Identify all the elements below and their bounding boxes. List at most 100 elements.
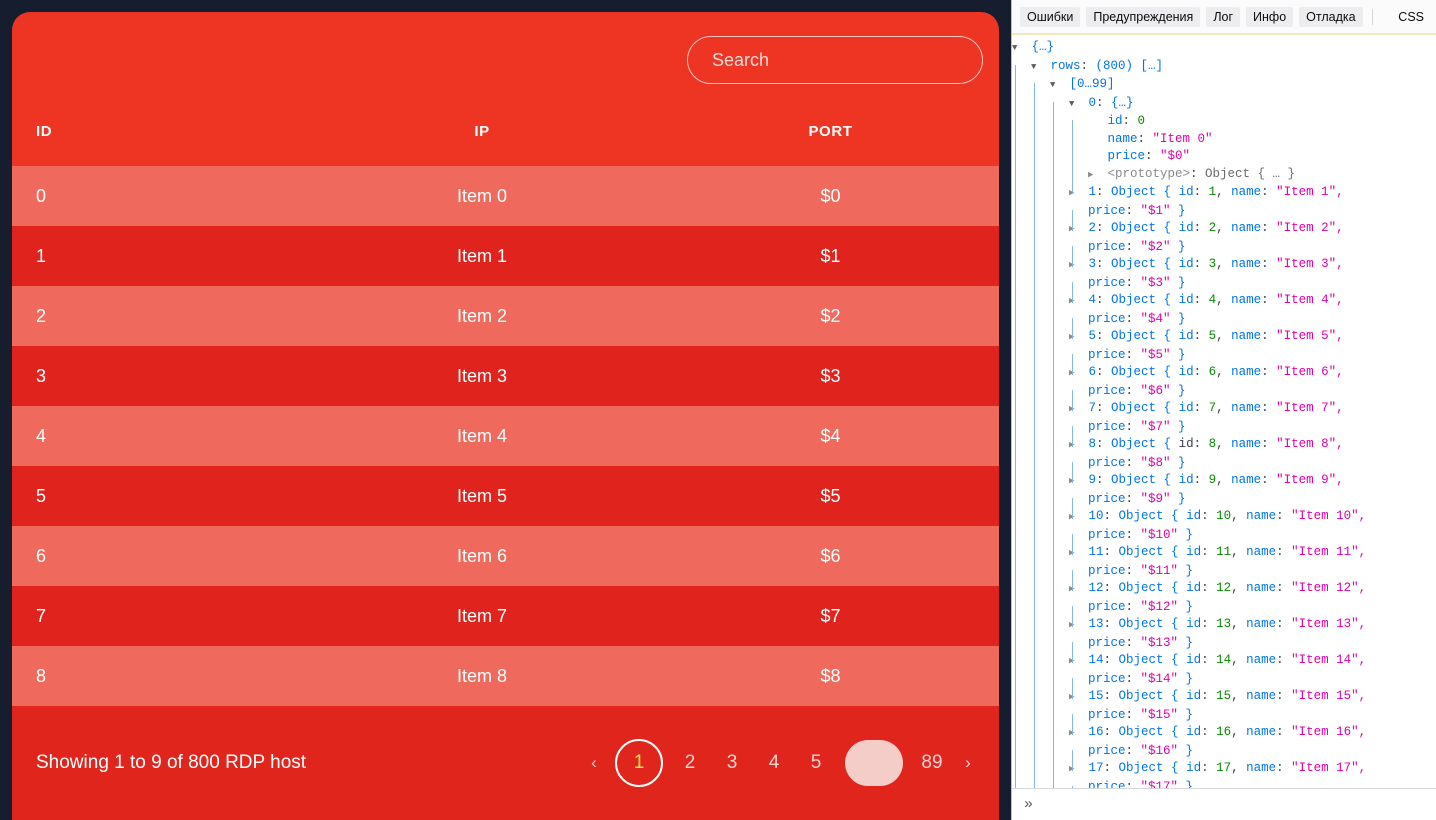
triangle-right-icon[interactable] bbox=[1069, 724, 1081, 743]
triangle-right-icon[interactable] bbox=[1069, 472, 1081, 491]
table-row[interactable]: 3 Item 3 $3 bbox=[12, 346, 999, 406]
console-line[interactable]: id: 0 bbox=[1012, 113, 1436, 141]
triangle-right-icon[interactable] bbox=[1069, 328, 1081, 347]
triangle-down-icon[interactable] bbox=[1050, 76, 1062, 95]
console-token: : bbox=[1261, 257, 1277, 271]
console-token: : bbox=[1201, 581, 1217, 595]
console-line[interactable]: price: "$9" } bbox=[1012, 491, 1436, 519]
console-line[interactable]: <prototype>: Object { … } bbox=[1012, 166, 1436, 194]
console-line[interactable]: 5: Object { id: 5, name: "Item 5", bbox=[1012, 328, 1436, 356]
console-line[interactable]: 12: Object { id: 12, name: "Item 12", bbox=[1012, 580, 1436, 608]
triangle-right-icon[interactable] bbox=[1069, 400, 1081, 419]
console-line[interactable]: 8: Object { id: 8, name: "Item 8", bbox=[1012, 436, 1436, 464]
triangle-right-icon[interactable] bbox=[1069, 436, 1081, 455]
console-token: : bbox=[1125, 239, 1141, 254]
filter-button[interactable]: Отладка bbox=[1299, 6, 1363, 27]
column-header-id[interactable]: ID bbox=[12, 108, 302, 166]
table-row[interactable]: 6 Item 6 $6 bbox=[12, 526, 999, 586]
console-line[interactable]: 14: Object { id: 14, name: "Item 14", bbox=[1012, 652, 1436, 680]
console-line[interactable]: 13: Object { id: 13, name: "Item 13", bbox=[1012, 616, 1436, 644]
pagination-next[interactable]: › bbox=[957, 746, 979, 780]
triangle-down-icon[interactable] bbox=[1031, 58, 1043, 77]
pagination-page-2[interactable]: 2 bbox=[673, 746, 707, 780]
pagination-page-4[interactable]: 4 bbox=[757, 746, 791, 780]
console-line[interactable]: 11: Object { id: 11, name: "Item 11", bbox=[1012, 544, 1436, 572]
console-token: : bbox=[1096, 473, 1112, 487]
console-line[interactable]: price: "$7" } bbox=[1012, 419, 1436, 447]
triangle-right-icon[interactable] bbox=[1069, 580, 1081, 599]
console-line[interactable]: price: "$8" } bbox=[1012, 455, 1436, 483]
column-header-ip[interactable]: IP bbox=[302, 108, 662, 166]
table-row[interactable]: 2 Item 2 $2 bbox=[12, 286, 999, 346]
pagination-page-3[interactable]: 3 bbox=[715, 746, 749, 780]
pagination-prev[interactable]: ‹ bbox=[583, 746, 605, 780]
console-line[interactable]: 10: Object { id: 10, name: "Item 10", bbox=[1012, 508, 1436, 536]
search-input[interactable] bbox=[687, 36, 983, 84]
triangle-right-icon[interactable] bbox=[1069, 544, 1081, 563]
console-line[interactable]: price: "$3" } bbox=[1012, 275, 1436, 303]
console-line[interactable]: price: "$5" } bbox=[1012, 347, 1436, 375]
console-line[interactable]: price: "$12" } bbox=[1012, 599, 1436, 627]
console-line[interactable]: 2: Object { id: 2, name: "Item 2", bbox=[1012, 220, 1436, 248]
triangle-down-icon[interactable] bbox=[1069, 95, 1081, 114]
triangle-right-icon[interactable] bbox=[1069, 652, 1081, 671]
pagination-page-5[interactable]: 5 bbox=[799, 746, 833, 780]
console-output[interactable]: {…} rows: (800) […] [0…99] 0: {…} id: 0 … bbox=[1012, 35, 1436, 788]
console-line[interactable]: price: "$1" } bbox=[1012, 203, 1436, 231]
console-line[interactable]: rows: (800) […] bbox=[1012, 58, 1436, 86]
console-line[interactable]: price: "$13" } bbox=[1012, 635, 1436, 663]
console-prompt[interactable]: » bbox=[1012, 788, 1436, 820]
table-row[interactable]: 0 Item 0 $0 bbox=[12, 166, 999, 226]
console-line[interactable]: [0…99] bbox=[1012, 76, 1436, 104]
pagination-page-1[interactable]: 1 bbox=[615, 739, 663, 787]
console-line[interactable]: 16: Object { id: 16, name: "Item 16", bbox=[1012, 724, 1436, 752]
console-line[interactable]: 17: Object { id: 17, name: "Item 17", bbox=[1012, 760, 1436, 788]
pagination-ellipsis[interactable] bbox=[845, 740, 903, 786]
table-row[interactable]: 8 Item 8 $8 bbox=[12, 646, 999, 706]
pagination-page-89[interactable]: 89 bbox=[915, 746, 949, 780]
console-line[interactable]: 6: Object { id: 6, name: "Item 6", bbox=[1012, 364, 1436, 392]
console-line[interactable]: price: "$0" bbox=[1012, 148, 1436, 176]
table-row[interactable]: 5 Item 5 $5 bbox=[12, 466, 999, 526]
console-line[interactable]: 3: Object { id: 3, name: "Item 3", bbox=[1012, 256, 1436, 284]
console-line[interactable]: price: "$16" } bbox=[1012, 743, 1436, 771]
console-token: 17 bbox=[1216, 761, 1232, 775]
triangle-right-icon[interactable] bbox=[1069, 184, 1081, 203]
console-line[interactable]: name: "Item 0" bbox=[1012, 131, 1436, 159]
console-line[interactable]: price: "$6" } bbox=[1012, 383, 1436, 411]
column-header-port[interactable]: PORT bbox=[662, 108, 999, 166]
filter-button[interactable]: Инфо bbox=[1246, 6, 1294, 27]
triangle-right-icon[interactable] bbox=[1069, 364, 1081, 383]
console-line[interactable]: 7: Object { id: 7, name: "Item 7", bbox=[1012, 400, 1436, 428]
filter-button[interactable]: Ошибки bbox=[1020, 6, 1081, 27]
triangle-right-icon[interactable] bbox=[1069, 220, 1081, 239]
table-row[interactable]: 4 Item 4 $4 bbox=[12, 406, 999, 466]
console-line[interactable]: 15: Object { id: 15, name: "Item 15", bbox=[1012, 688, 1436, 716]
console-line[interactable]: 9: Object { id: 9, name: "Item 9", bbox=[1012, 472, 1436, 500]
console-line[interactable]: price: "$11" } bbox=[1012, 563, 1436, 591]
triangle-right-icon[interactable] bbox=[1069, 688, 1081, 707]
console-line[interactable]: price: "$2" } bbox=[1012, 239, 1436, 267]
triangle-right-icon[interactable] bbox=[1069, 760, 1081, 779]
filter-button[interactable]: Лог bbox=[1206, 6, 1241, 27]
console-token: , bbox=[1231, 509, 1247, 523]
table-row[interactable]: 1 Item 1 $1 bbox=[12, 226, 999, 286]
console-line[interactable]: price: "$17" } bbox=[1012, 779, 1436, 788]
console-line[interactable]: 0: {…} bbox=[1012, 95, 1436, 123]
console-line[interactable]: 4: Object { id: 4, name: "Item 4", bbox=[1012, 292, 1436, 320]
triangle-right-icon[interactable] bbox=[1069, 292, 1081, 311]
console-line[interactable]: price: "$14" } bbox=[1012, 671, 1436, 699]
triangle-right-icon[interactable] bbox=[1069, 256, 1081, 275]
filter-button[interactable]: Предупреждения bbox=[1086, 6, 1201, 27]
console-line[interactable]: price: "$4" } bbox=[1012, 311, 1436, 339]
triangle-right-icon[interactable] bbox=[1069, 508, 1081, 527]
triangle-down-icon[interactable] bbox=[1012, 39, 1024, 58]
triangle-right-icon[interactable] bbox=[1088, 166, 1100, 185]
triangle-right-icon[interactable] bbox=[1069, 616, 1081, 635]
table-row[interactable]: 7 Item 7 $7 bbox=[12, 586, 999, 646]
filter-button-css[interactable]: CSS bbox=[1392, 7, 1430, 27]
console-line[interactable]: price: "$10" } bbox=[1012, 527, 1436, 555]
console-line[interactable]: {…} bbox=[1012, 39, 1436, 58]
console-line[interactable]: 1: Object { id: 1, name: "Item 1", bbox=[1012, 184, 1436, 212]
console-line[interactable]: price: "$15" } bbox=[1012, 707, 1436, 735]
